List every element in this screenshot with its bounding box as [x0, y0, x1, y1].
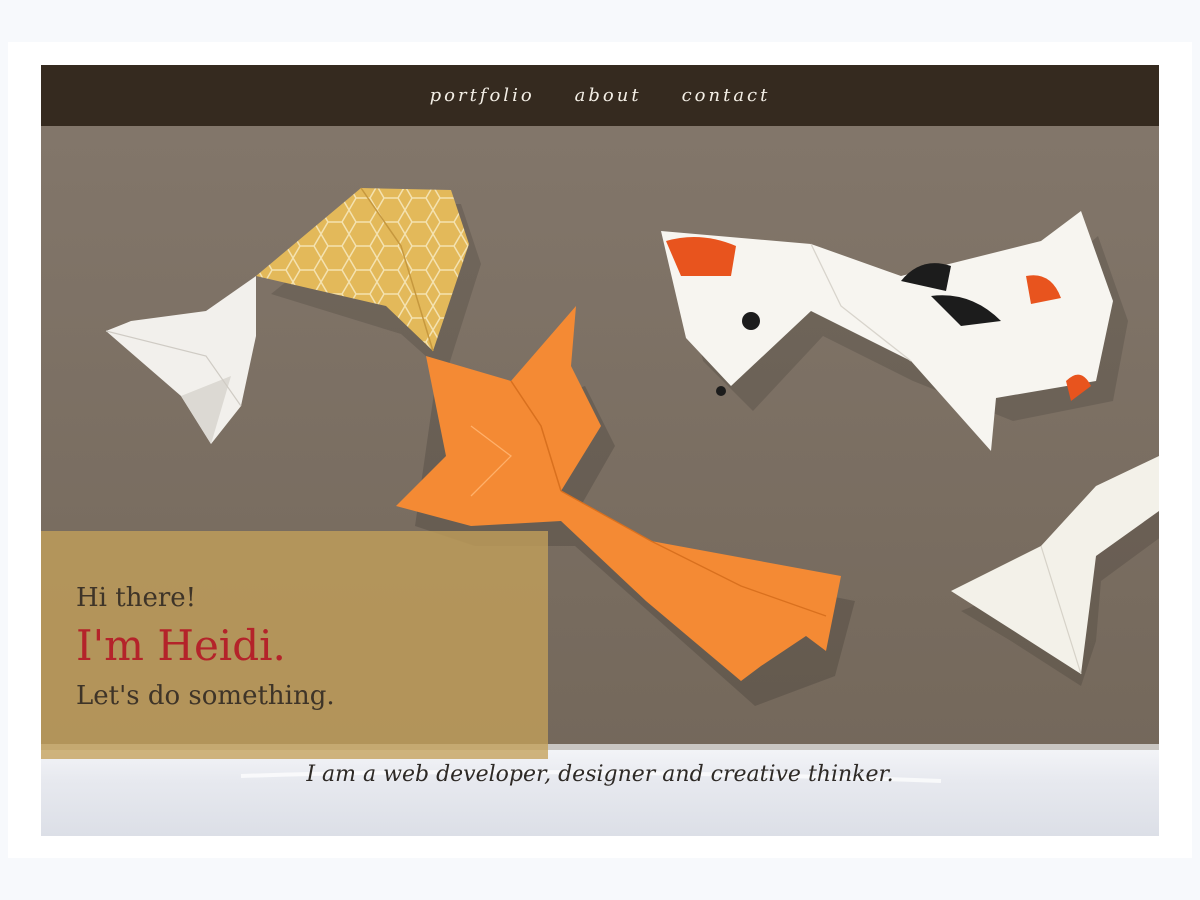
tagline-text: I am a web developer, designer and creat…: [306, 762, 894, 787]
nav-link-contact[interactable]: contact: [682, 85, 771, 106]
top-navbar: portfolio about contact: [41, 65, 1159, 126]
call-to-action-text: Let's do something.: [76, 681, 335, 711]
hero-section: Hi there! I'm Heidi. Let's do something.…: [41, 126, 1159, 836]
nav-link-portfolio[interactable]: portfolio: [430, 85, 535, 106]
name-heading: I'm Heidi.: [76, 621, 286, 670]
greeting-text: Hi there!: [76, 583, 197, 613]
site: portfolio about contact Hi there! I'm He…: [41, 65, 1159, 836]
nav-link-about[interactable]: about: [575, 85, 642, 106]
intro-box: Hi there! I'm Heidi. Let's do something.: [41, 531, 548, 759]
